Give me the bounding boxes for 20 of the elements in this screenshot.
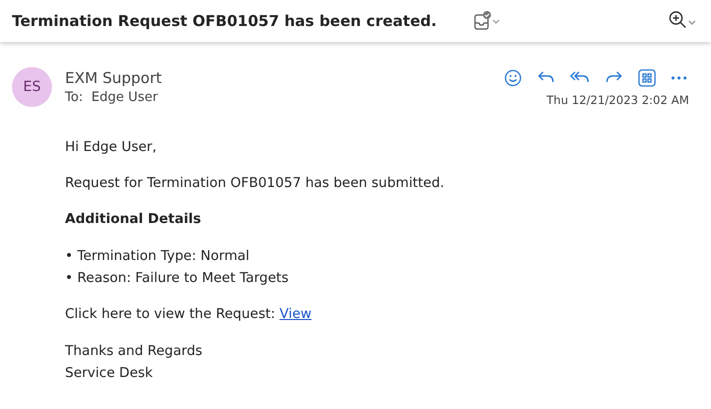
body-text: Hi Edge User, — [65, 138, 158, 157]
smiley-icon — [504, 69, 522, 87]
body-text: Click here to view the Request: View — [65, 305, 313, 324]
grid-icon — [638, 69, 656, 87]
body-line: Service Desk — [65, 364, 154, 383]
apps-button[interactable] — [636, 67, 658, 89]
email-subject: Termination Request OFB01057 has been created. — [12, 12, 437, 30]
body-text: Request for Termination OFB01057 has been submitted. — [65, 174, 446, 193]
body-line: • Termination Type: Normal — [65, 247, 250, 266]
body-line: • Reason: Failure to Meet Targets — [65, 269, 290, 288]
emoji-button[interactable] — [502, 67, 524, 89]
sender-name: EXM Support — [65, 68, 162, 89]
more-button[interactable] — [669, 74, 689, 82]
recipient-line: To: Edge User — [65, 89, 159, 107]
body-line: Thanks and Regards — [65, 342, 204, 361]
more-icon — [671, 76, 687, 80]
view-link[interactable]: View — [280, 306, 312, 322]
avatar: ES — [12, 67, 52, 107]
section-heading: Additional Details — [65, 210, 202, 229]
sent-date: Thu 12/21/2023 2:02 AM — [546, 93, 690, 107]
